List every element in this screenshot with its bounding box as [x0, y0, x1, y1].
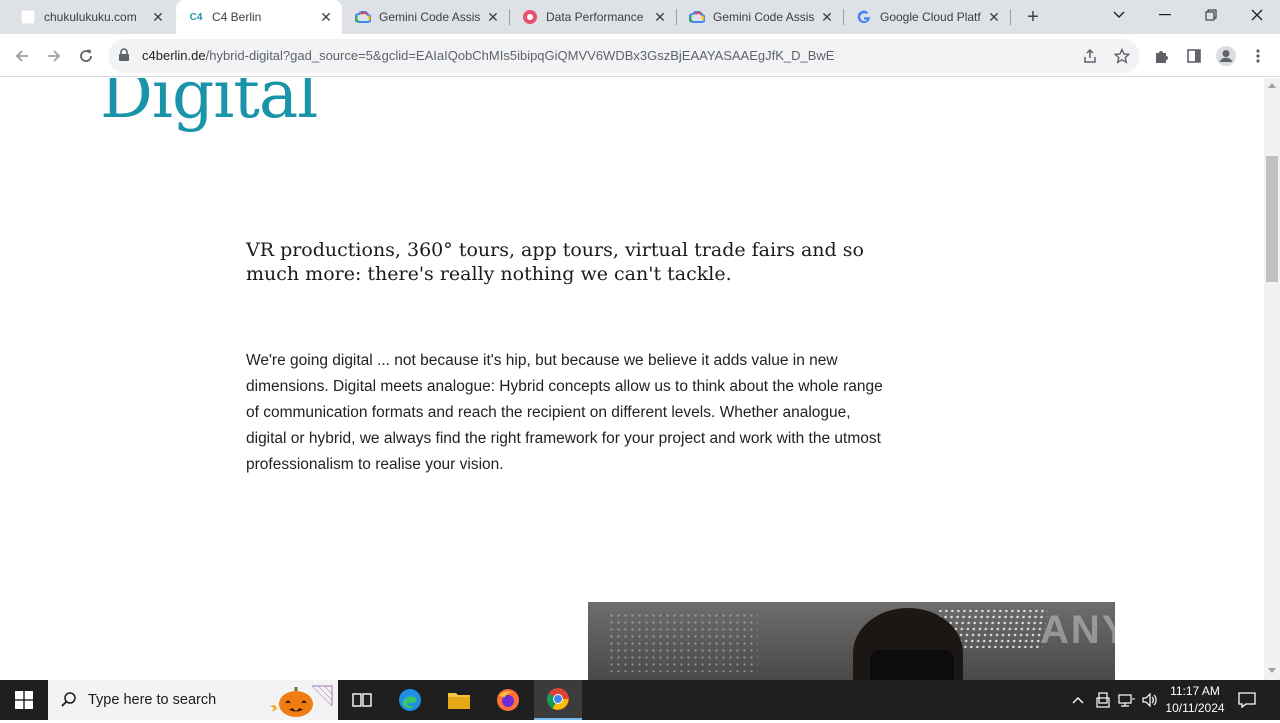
extensions-puzzle-icon[interactable]: [1148, 42, 1176, 70]
close-tab-icon[interactable]: ✕: [986, 9, 1002, 25]
profile-avatar-icon[interactable]: [1212, 42, 1240, 70]
back-button[interactable]: [8, 42, 36, 70]
close-tab-icon[interactable]: ✕: [652, 9, 668, 25]
body-paragraph: We're going digital ... not because it's…: [246, 352, 883, 473]
chevron-up-icon: [1072, 697, 1084, 704]
tab-title: Google Cloud Platf: [880, 10, 981, 24]
tab-c4-berlin[interactable]: C4 C4 Berlin ✕: [176, 0, 342, 34]
side-panel-icon[interactable]: [1180, 42, 1208, 70]
minimize-button[interactable]: [1142, 0, 1188, 30]
tray-network-icon[interactable]: [1116, 680, 1138, 720]
firefox-icon: [497, 689, 519, 711]
tab-title: C4 Berlin: [212, 10, 262, 24]
close-tab-icon[interactable]: ✕: [150, 9, 166, 25]
arrow-left-icon: [15, 50, 28, 62]
tab-title: chukulukuku.com: [44, 10, 137, 24]
edge-icon: [399, 689, 421, 711]
notification-icon: [1238, 692, 1256, 708]
windows-logo-icon: [15, 691, 33, 709]
lock-icon[interactable]: [118, 48, 130, 67]
tab-gemini-code-assist-2[interactable]: Gemini Code Assis ✕: [677, 0, 843, 34]
ceiling-light-pattern: [608, 612, 758, 672]
clock-date: 10/11/2024: [1165, 701, 1225, 715]
tray-device-icon[interactable]: [1092, 680, 1114, 720]
windows-taskbar: Type here to search 11:17 AM 10/11/2024: [0, 680, 1280, 720]
reload-button[interactable]: [72, 42, 100, 70]
new-tab-button[interactable]: +: [1022, 6, 1044, 28]
tab-title: Data Performance: [546, 10, 644, 24]
page-scrollbar[interactable]: [1264, 78, 1280, 680]
tab-data-performance[interactable]: Data Performance ✕: [510, 0, 676, 34]
scrollbar-thumb[interactable]: [1266, 156, 1278, 282]
tray-volume-icon[interactable]: [1140, 680, 1162, 720]
reload-icon: [80, 49, 92, 62]
google-g-icon: [856, 9, 872, 25]
taskbar-firefox[interactable]: [484, 680, 532, 720]
menu-kebab-icon[interactable]: [1244, 42, 1272, 70]
taskbar-file-explorer[interactable]: [435, 680, 483, 720]
close-tab-icon[interactable]: ✕: [485, 9, 501, 25]
tab-strip: chukulukuku.com ✕ C4 C4 Berlin ✕ Gemini …: [0, 0, 1280, 34]
task-view-button[interactable]: [338, 680, 386, 720]
google-cloud-icon: [355, 9, 371, 25]
data-performance-icon: [522, 9, 538, 25]
tab-search-button[interactable]: [1096, 0, 1142, 30]
url-text[interactable]: c4berlin.de/hybrid-digital?gad_source=5&…: [142, 48, 834, 63]
browser-toolbar: c4berlin.de/hybrid-digital?gad_source=5&…: [0, 34, 1280, 77]
close-window-button[interactable]: [1234, 0, 1280, 30]
search-icon: [61, 692, 76, 707]
taskbar-search-box[interactable]: Type here to search: [48, 680, 338, 720]
bookmark-star-icon[interactable]: [1108, 42, 1136, 70]
chrome-icon: [547, 688, 569, 710]
usb-device-icon: [1096, 692, 1110, 708]
blank-page-icon: [20, 9, 36, 25]
forward-button[interactable]: [40, 42, 68, 70]
web-page: Digital VR productions, 360° tours, app …: [0, 78, 1264, 680]
lead-paragraph: VR productions, 360° tours, app tours, v…: [246, 239, 864, 285]
share-icon[interactable]: [1076, 42, 1104, 70]
close-tab-icon[interactable]: ✕: [318, 9, 334, 25]
scroll-up-arrow-icon[interactable]: [1268, 83, 1276, 88]
network-icon: [1118, 694, 1135, 707]
taskbar-clock[interactable]: 11:17 AM 10/11/2024: [1160, 683, 1230, 717]
arrow-right-icon: [48, 50, 61, 62]
tab-title: Gemini Code Assis: [713, 10, 815, 24]
action-center-button[interactable]: [1236, 680, 1258, 720]
tab-chukulukuku[interactable]: chukulukuku.com ✕: [8, 0, 174, 34]
address-bar[interactable]: c4berlin.de/hybrid-digital?gad_source=5&…: [108, 39, 1140, 73]
tab-separator: [1010, 9, 1011, 25]
taskbar-chrome[interactable]: [534, 680, 582, 720]
start-button[interactable]: [0, 680, 48, 720]
speaker-icon: [1142, 693, 1157, 707]
tab-title: Gemini Code Assis: [379, 10, 481, 24]
tab-google-cloud-platform[interactable]: Google Cloud Platf ✕: [844, 0, 1010, 34]
hero-heading: Digital: [100, 78, 318, 133]
search-placeholder: Type here to search: [88, 692, 217, 708]
vr-headset-photo: [588, 602, 1115, 680]
taskbar-edge[interactable]: [386, 680, 434, 720]
close-tab-icon[interactable]: ✕: [819, 9, 835, 25]
scroll-down-arrow-icon[interactable]: [1268, 668, 1276, 673]
restore-button[interactable]: [1188, 0, 1234, 30]
tab-gemini-code-assist-1[interactable]: Gemini Code Assis ✕: [343, 0, 509, 34]
anyrun-watermark: ANY RUN: [1040, 608, 1236, 652]
folder-icon: [448, 693, 470, 709]
halloween-pumpkin-icon: [260, 684, 334, 723]
task-view-icon: [352, 693, 372, 707]
c4-logo-icon: C4: [189, 11, 203, 23]
show-hidden-icons-button[interactable]: [1068, 680, 1088, 720]
clock-time: 11:17 AM: [1170, 684, 1220, 698]
google-cloud-icon: [689, 9, 705, 25]
vr-headset: [870, 650, 954, 680]
